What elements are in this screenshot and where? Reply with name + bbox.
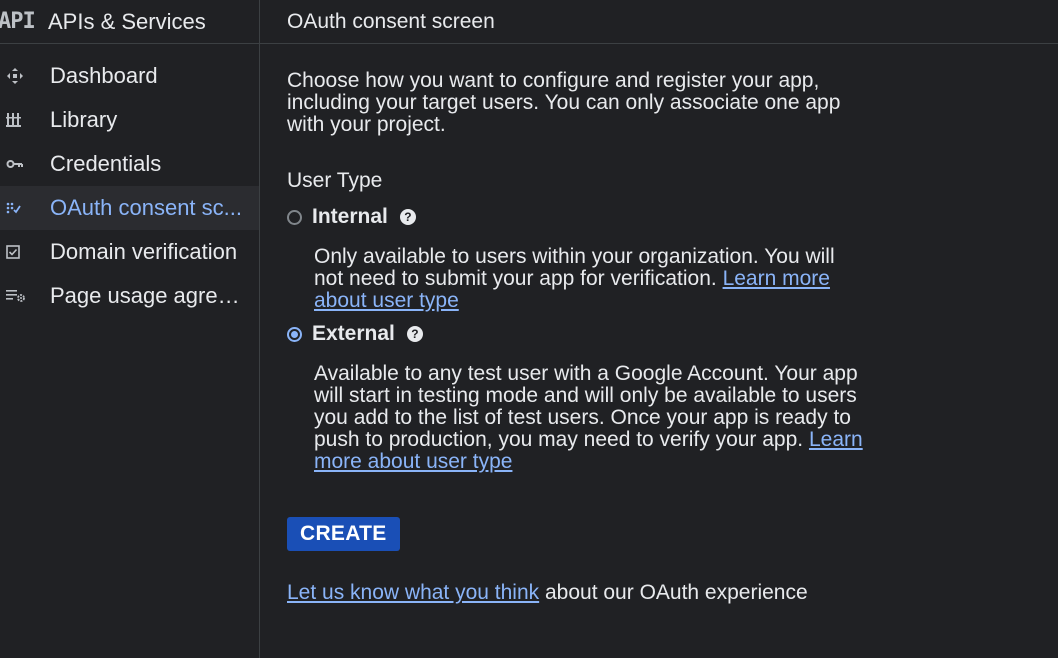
feedback-text: about our OAuth experience	[539, 581, 808, 604]
main-content: Choose how you want to configure and reg…	[287, 70, 867, 605]
api-logo: API	[0, 9, 36, 34]
sidebar-item-label: Dashboard	[50, 63, 158, 88]
consent-icon	[0, 201, 50, 215]
dashboard-icon	[0, 67, 50, 85]
page-header: OAuth consent screen	[260, 0, 1058, 44]
sidebar: API APIs & Services Dashboard Library Cr…	[0, 0, 260, 658]
external-description: Available to any test user with a Google…	[314, 363, 867, 473]
user-type-label: User Type	[287, 169, 383, 192]
sidebar-item-domain-verification[interactable]: Domain verification	[0, 230, 259, 274]
internal-label[interactable]: Internal	[312, 205, 388, 229]
product-title[interactable]: APIs & Services	[48, 9, 206, 35]
feedback-line: Let us know what you think about our OAu…	[287, 581, 867, 605]
sidebar-item-credentials[interactable]: Credentials	[0, 142, 259, 186]
help-icon[interactable]: ?	[406, 326, 423, 342]
sidebar-nav: Dashboard Library Credentials OAuth cons…	[0, 44, 259, 318]
sidebar-item-label: Credentials	[50, 151, 162, 176]
sidebar-item-label: OAuth consent sc...	[50, 195, 242, 220]
library-icon	[0, 111, 50, 129]
settings-list-icon	[0, 289, 50, 303]
internal-option[interactable]: Internal ?	[287, 205, 867, 229]
create-button[interactable]: CREATE	[287, 517, 400, 551]
sidebar-header: API APIs & Services	[0, 0, 259, 44]
external-label[interactable]: External	[312, 322, 395, 346]
help-icon[interactable]: ?	[399, 209, 416, 225]
page-title: OAuth consent screen	[287, 9, 495, 33]
sidebar-item-dashboard[interactable]: Dashboard	[0, 54, 259, 98]
sidebar-item-oauth-consent[interactable]: OAuth consent sc...	[0, 186, 259, 230]
intro-text: Choose how you want to configure and reg…	[287, 69, 841, 136]
external-option[interactable]: External ?	[287, 322, 867, 346]
external-radio[interactable]	[287, 326, 302, 342]
checkbox-icon	[0, 245, 50, 259]
sidebar-item-label: Domain verification	[50, 239, 238, 264]
sidebar-item-page-usage[interactable]: Page usage agree...	[0, 274, 259, 318]
internal-description: Only available to users within your orga…	[314, 246, 867, 312]
external-description-text: Available to any test user with a Google…	[314, 362, 858, 451]
feedback-link[interactable]: Let us know what you think	[287, 581, 539, 604]
sidebar-item-label: Library	[50, 107, 118, 132]
sidebar-item-label: Page usage agree...	[50, 283, 245, 308]
internal-radio[interactable]	[287, 209, 302, 225]
sidebar-item-library[interactable]: Library	[0, 98, 259, 142]
key-icon	[0, 158, 50, 170]
